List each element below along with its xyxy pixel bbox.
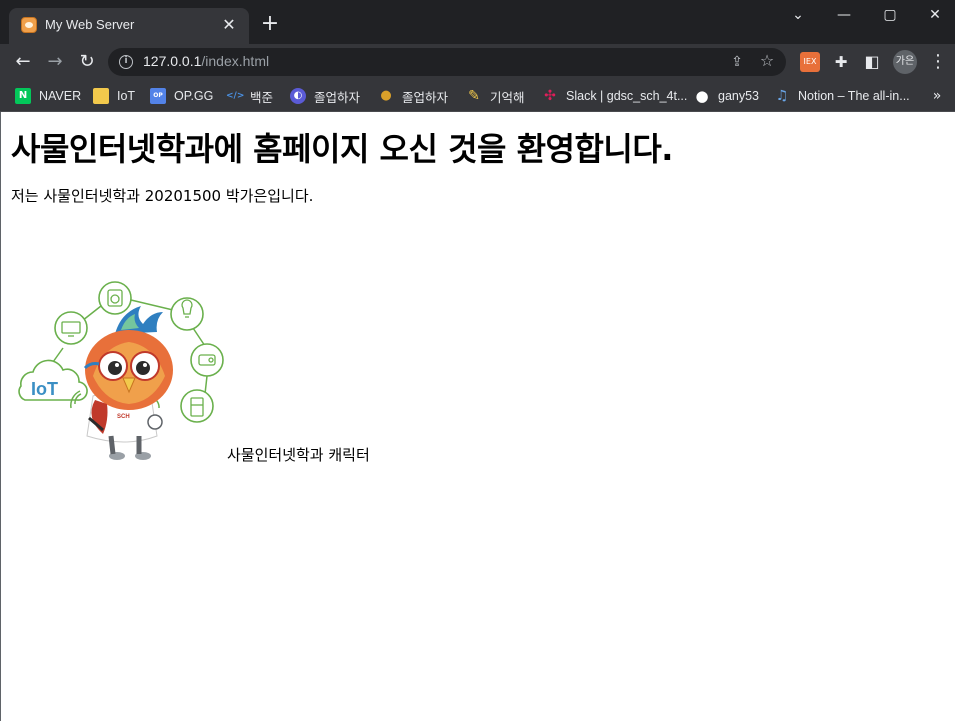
bookmark-label: 기억해: [490, 90, 525, 105]
bookmark-remember[interactable]: ✎ 기억해: [466, 84, 525, 108]
bookmark-label: 졸업하자: [314, 90, 361, 105]
bookmark-graduate-1[interactable]: ◐ 졸업하자: [290, 84, 360, 108]
mascot-badge-label: SCH: [117, 414, 130, 420]
bookmark-github[interactable]: ● gany53: [694, 84, 759, 108]
bookmarks-bar: N NAVER IoT OP OP.GG </> 백준 ◐ 졸업하자 ● 졸업하…: [0, 80, 955, 112]
page-viewport: 사물인터넷학과에 홈페이지 오신 것을 환영합니다. 저는 사물인터넷학과 20…: [0, 112, 955, 721]
url-host: 127.0.0.1: [143, 53, 202, 69]
close-window-button[interactable]: ✕: [912, 0, 955, 30]
profile-avatar[interactable]: 가은: [893, 50, 917, 74]
bookmark-label: OP.GG: [174, 89, 214, 103]
bookmark-iot[interactable]: IoT: [93, 84, 135, 108]
naver-icon: N: [15, 88, 31, 104]
bookmark-notion[interactable]: ♫ Notion – The all-in...: [774, 84, 910, 108]
back-arrow-icon[interactable]: ←: [10, 49, 36, 75]
music-icon: ♫: [775, 88, 789, 104]
code-icon: </>: [226, 91, 245, 101]
bookmark-label: IoT: [117, 89, 136, 103]
folder-icon: [93, 88, 109, 104]
bookmarks-overflow-icon[interactable]: »: [928, 86, 946, 106]
bookmark-baekjoon[interactable]: </> 백준: [226, 84, 273, 108]
tab-title: My Web Server: [45, 17, 135, 32]
extension-red-icon[interactable]: IEX: [800, 52, 820, 72]
maximize-button[interactable]: ▢: [867, 0, 913, 30]
iot-cloud-label: IoT: [31, 379, 58, 399]
bookmark-graduate-2[interactable]: ● 졸업하자: [378, 84, 448, 108]
url-text[interactable]: 127.0.0.1/index.html: [143, 53, 269, 69]
site-info-icon[interactable]: i: [119, 55, 133, 69]
bookmark-slack[interactable]: ✣ Slack | gdsc_sch_4t...: [542, 84, 687, 108]
minimize-button[interactable]: —: [821, 0, 867, 30]
github-icon: ●: [695, 87, 709, 105]
intro-paragraph: 저는 사물인터넷학과 20201500 박가은입니다.: [11, 187, 314, 205]
bookmark-label: Notion – The all-in...: [798, 89, 910, 103]
tab-search-chevron-down-icon[interactable]: ⌄: [775, 0, 821, 30]
bookmark-label: 졸업하자: [402, 90, 449, 105]
mascot-caption: 사물인터넷학과 캐릭터: [227, 446, 370, 464]
medal-icon: ●: [380, 88, 392, 103]
bookmark-label: 백준: [250, 90, 274, 105]
opgg-icon: OP: [150, 88, 166, 104]
page-heading: 사물인터넷학과에 홈페이지 오신 것을 환영합니다.: [11, 130, 673, 168]
browser-titlebar: My Web Server ✕ + ⌄ — ▢ ✕: [0, 0, 955, 44]
iot-mascot-image: IoT SCH: [18, 281, 224, 460]
reload-icon[interactable]: ↻: [74, 49, 100, 75]
sidepanel-icon[interactable]: ◧: [862, 52, 882, 72]
share-icon[interactable]: ⇪: [728, 53, 746, 71]
bookmark-naver[interactable]: N NAVER: [15, 84, 81, 108]
bookmark-label: Slack | gdsc_sch_4t...: [566, 89, 688, 103]
active-tab[interactable]: My Web Server ✕: [9, 8, 249, 44]
forward-arrow-icon[interactable]: →: [42, 49, 68, 75]
tab-favicon-icon: [21, 17, 37, 33]
address-bar[interactable]: i 127.0.0.1/index.html ⇪ ☆: [108, 48, 786, 76]
bookmark-opgg[interactable]: OP OP.GG: [150, 84, 213, 108]
kebab-menu-icon[interactable]: ⋮: [928, 50, 948, 74]
bookmark-label: NAVER: [39, 89, 82, 103]
new-tab-button[interactable]: +: [259, 13, 281, 35]
slack-icon: ✣: [544, 88, 556, 104]
puzzle-icon[interactable]: ✚: [831, 52, 851, 72]
chat-icon: ◐: [290, 88, 306, 104]
browser-toolbar: ← → ↻ i 127.0.0.1/index.html ⇪ ☆ IEX ✚ ◧…: [0, 44, 955, 80]
pencil-icon: ✎: [468, 88, 480, 104]
bookmark-star-icon[interactable]: ☆: [758, 52, 776, 70]
url-path: /index.html: [201, 53, 270, 69]
tab-close-icon[interactable]: ✕: [219, 15, 239, 35]
bookmark-label: gany53: [718, 89, 760, 103]
